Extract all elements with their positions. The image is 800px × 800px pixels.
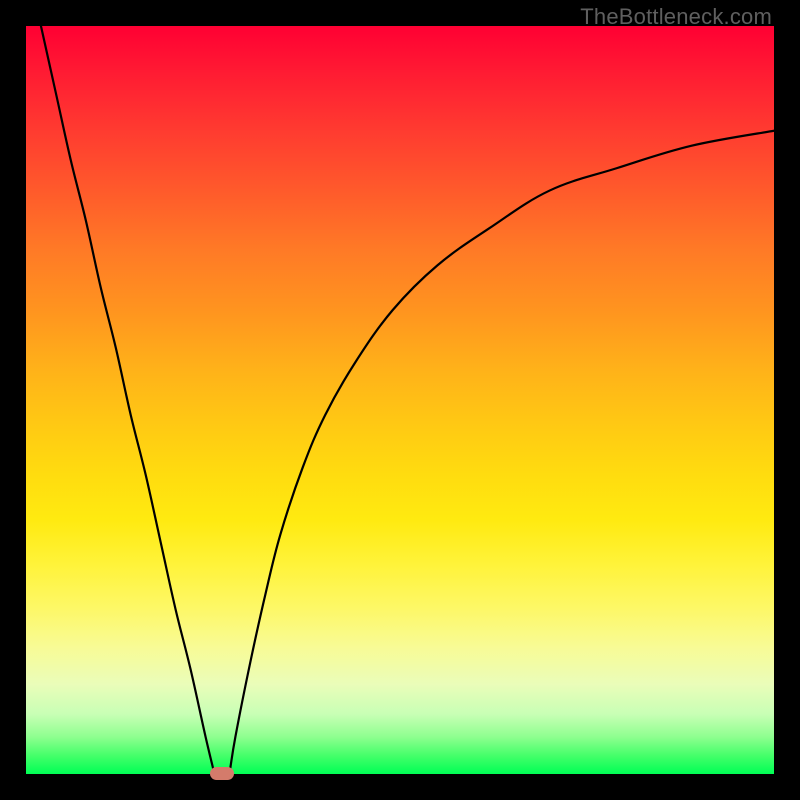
minimum-marker [210,767,234,780]
bottleneck-curve [26,26,774,774]
watermark-text: TheBottleneck.com [580,4,772,30]
plot-area [26,26,774,774]
